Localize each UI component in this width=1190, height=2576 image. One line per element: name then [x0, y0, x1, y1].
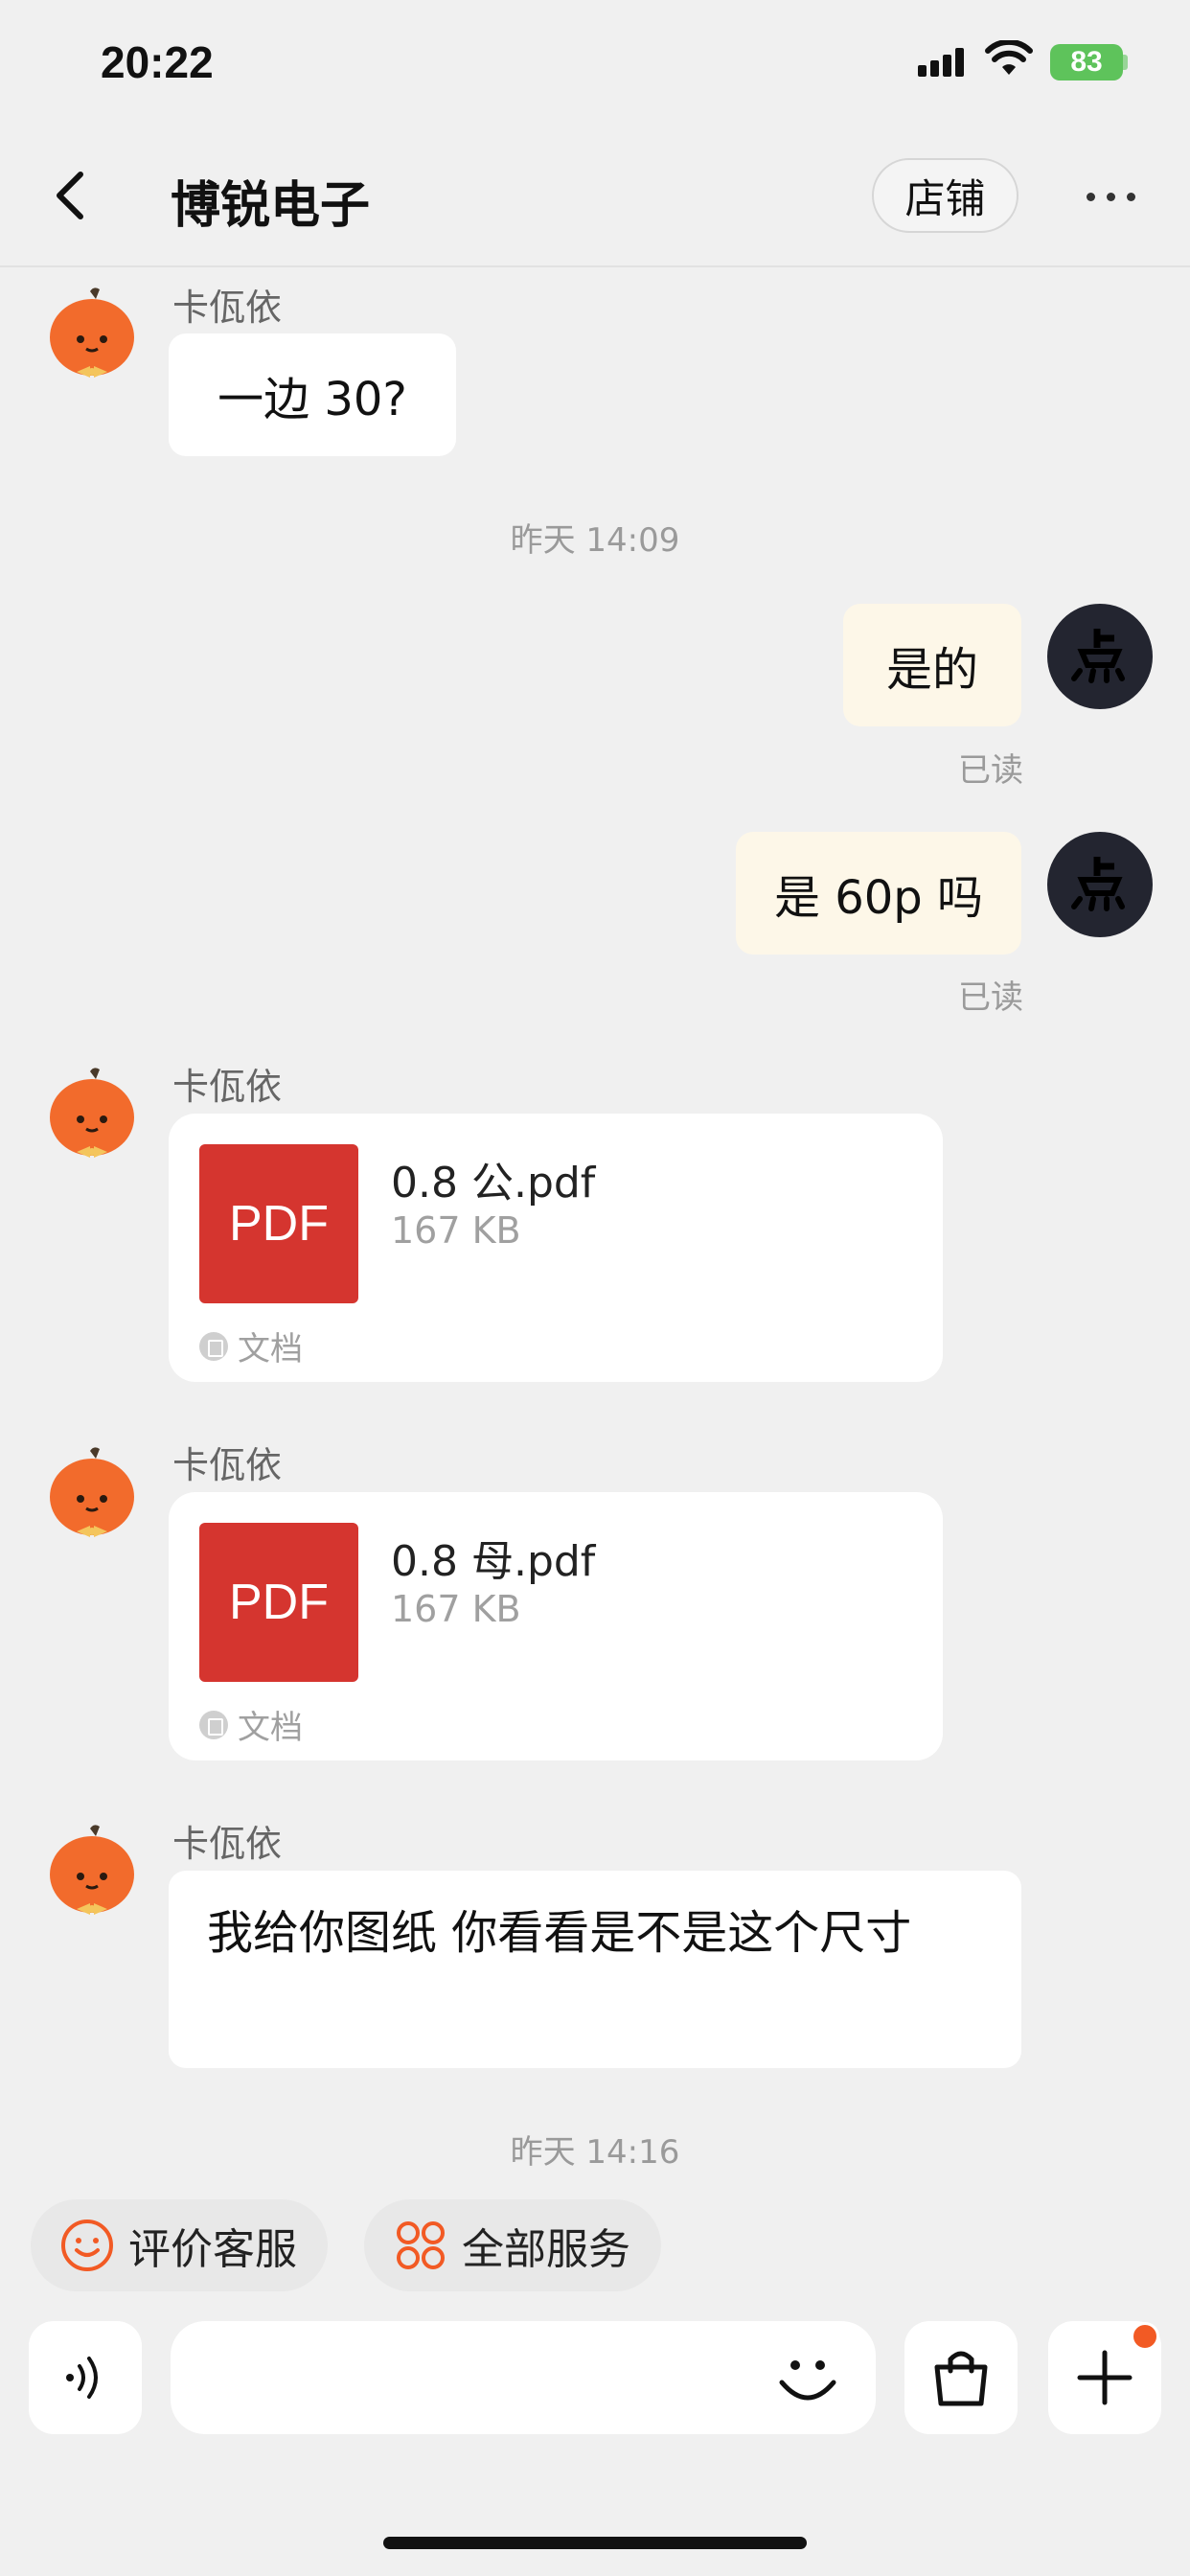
rate-service-label: 评价客服 [128, 2225, 297, 2274]
user-avatar-icon[interactable] [1047, 604, 1153, 709]
all-services-label: 全部服务 [462, 2225, 630, 2274]
message-bubble-self[interactable]: 是 60p 吗 [736, 832, 1021, 954]
file-type-label: 文档 [238, 1709, 303, 1747]
read-status: 已读 [958, 751, 1023, 790]
battery-indicator: 83 [1050, 44, 1123, 80]
timestamp: 昨天 14:09 [510, 521, 680, 560]
message-bubble[interactable]: 一边 30? [169, 334, 456, 456]
file-size: 167 KB [391, 1588, 521, 1630]
nav-divider [0, 265, 1190, 267]
smiley-icon [61, 2220, 113, 2271]
message-text: 我给你图纸 你看看是不是这个尺寸 [207, 1906, 912, 1960]
sender-name: 卡佤依 [172, 287, 283, 329]
product-button[interactable] [904, 2321, 1018, 2434]
message-text: 一边 30? [217, 373, 407, 426]
pumpkin-avatar-icon[interactable] [46, 1443, 138, 1549]
pumpkin-avatar-icon[interactable] [46, 1064, 138, 1169]
more-icon[interactable] [1087, 185, 1144, 208]
file-size: 167 KB [391, 1209, 521, 1252]
sender-name: 卡佤依 [172, 1444, 283, 1486]
home-indicator [383, 2537, 807, 2549]
file-name: 0.8 公.pdf [391, 1159, 596, 1208]
pdf-file-icon: PDF [199, 1144, 358, 1303]
read-status: 已读 [958, 978, 1023, 1017]
cellular-signal-icon [918, 48, 966, 77]
voice-input-button[interactable] [29, 2321, 142, 2434]
emoji-icon[interactable] [774, 2344, 841, 2411]
pumpkin-avatar-icon[interactable] [46, 1821, 138, 1926]
voice-icon [66, 2357, 98, 2399]
shop-button[interactable]: 店铺 [872, 158, 1018, 233]
sender-name: 卡佤依 [172, 1066, 283, 1108]
user-avatar-glyph [1071, 629, 1125, 683]
file-type-tag: 文档 [199, 1322, 303, 1369]
battery-tip [1123, 55, 1128, 70]
wifi-icon [985, 40, 1033, 75]
file-message-card[interactable]: PDF 0.8 母.pdf 167 KB 文档 [169, 1492, 943, 1760]
message-text: 是 60p 吗 [773, 871, 984, 925]
shopping-bag-icon [934, 2351, 988, 2406]
file-name: 0.8 母.pdf [391, 1537, 596, 1586]
document-icon [199, 1331, 228, 1361]
user-avatar-glyph [1071, 857, 1125, 911]
plus-icon [1077, 2350, 1133, 2405]
document-icon [199, 1710, 228, 1739]
message-input[interactable] [171, 2321, 876, 2434]
user-avatar-icon[interactable] [1047, 832, 1153, 937]
notification-dot [1131, 2322, 1159, 2351]
pdf-file-icon: PDF [199, 1523, 358, 1682]
back-arrow-icon[interactable] [52, 169, 90, 222]
pumpkin-avatar-icon[interactable] [46, 284, 138, 389]
services-grid-icon [397, 2221, 445, 2269]
message-bubble-self[interactable]: 是的 [843, 604, 1021, 726]
file-message-card[interactable]: PDF 0.8 公.pdf 167 KB 文档 [169, 1114, 943, 1382]
file-type-label: 文档 [238, 1330, 303, 1368]
message-text: 是的 [885, 643, 978, 697]
all-services-button[interactable]: 全部服务 [364, 2199, 661, 2291]
timestamp: 昨天 14:16 [510, 2133, 680, 2172]
sender-name: 卡佤依 [172, 1823, 283, 1865]
status-time: 20:22 [101, 37, 214, 87]
battery-level: 83 [1070, 46, 1103, 78]
rate-service-button[interactable]: 评价客服 [31, 2199, 328, 2291]
file-type-tag: 文档 [199, 1701, 303, 1748]
page-title: 博锐电子 [171, 177, 371, 235]
message-bubble[interactable]: 我给你图纸 你看看是不是这个尺寸 [169, 1871, 1021, 2068]
